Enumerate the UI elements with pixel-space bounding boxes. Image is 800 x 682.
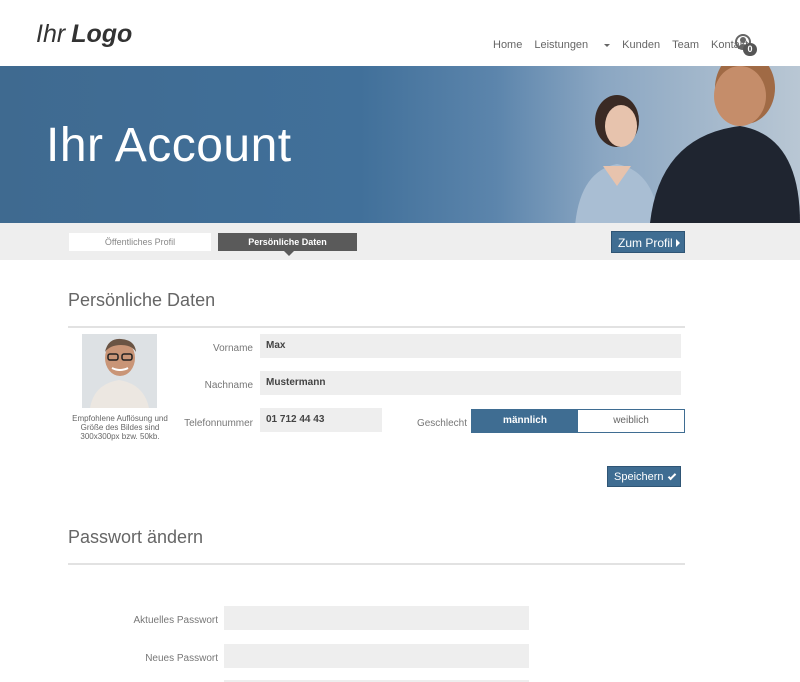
- personal-section-title: Persönliche Daten: [68, 290, 216, 310]
- logo-bold-text: Logo: [71, 20, 133, 48]
- checkmark-icon: [667, 471, 676, 481]
- nav-item-kunden[interactable]: Kunden: [622, 39, 660, 51]
- profile-tabbar: Öffentliches Profil Persönliche Daten Zu…: [0, 223, 800, 260]
- nav-item-leistungen-label: Leistungen: [534, 39, 589, 51]
- gender-option-female[interactable]: weiblich: [578, 410, 684, 432]
- avatar[interactable]: [82, 334, 157, 408]
- hero-banner: Ihr Account: [0, 66, 800, 223]
- site-header: Ihr Logo Home Leistungen Kunden Team Kont…: [0, 0, 800, 66]
- last-name-label: Nachname: [204, 380, 253, 391]
- chevron-down-icon: [604, 43, 611, 47]
- main-nav: Home Leistungen Kunden Team Kontakt: [493, 39, 760, 51]
- new-password-label: Neues Passwort: [145, 653, 218, 664]
- tab-public-profile[interactable]: Öffentliches Profil: [69, 233, 211, 251]
- notification-badge: 0: [743, 43, 757, 56]
- gender-option-male[interactable]: männlich: [472, 410, 578, 432]
- logo-light-text: Ihr: [36, 20, 66, 48]
- new-password-field[interactable]: [224, 644, 529, 668]
- current-password-field[interactable]: [224, 606, 529, 630]
- last-name-field[interactable]: Mustermann: [260, 371, 681, 395]
- personal-divider: [68, 326, 685, 328]
- phone-label: Telefonnummer: [184, 418, 253, 429]
- password-divider: [68, 563, 685, 565]
- nav-item-team[interactable]: Team: [672, 39, 699, 51]
- nav-item-leistungen[interactable]: Leistungen: [534, 39, 611, 51]
- password-section-title: Passwort ändern: [68, 527, 204, 547]
- save-label: Speichern: [614, 471, 664, 483]
- gender-label: Geschlecht: [416, 418, 467, 429]
- hero-photo-man: [650, 66, 800, 223]
- first-name-label: Vorname: [212, 343, 253, 354]
- to-profile-label: Zum Profil: [618, 236, 673, 250]
- gender-toggle: männlich weiblich: [471, 409, 685, 433]
- nav-item-home[interactable]: Home: [493, 39, 522, 51]
- phone-field[interactable]: 01 712 44 43: [260, 408, 382, 432]
- save-button[interactable]: Speichern: [607, 466, 681, 487]
- avatar-photo: [82, 334, 157, 408]
- logo[interactable]: Ihr Logo: [36, 20, 132, 49]
- first-name-field[interactable]: Max: [260, 334, 681, 358]
- page-title: Ihr Account: [46, 119, 292, 172]
- avatar-hint: Empfohlene Auflösung und Größe des Bilde…: [72, 414, 168, 441]
- chevron-right-icon: [675, 239, 680, 247]
- current-password-label: Aktuelles Passwort: [133, 615, 218, 626]
- to-profile-button[interactable]: Zum Profil: [611, 231, 685, 253]
- tab-personal-data[interactable]: Persönliche Daten: [218, 233, 357, 256]
